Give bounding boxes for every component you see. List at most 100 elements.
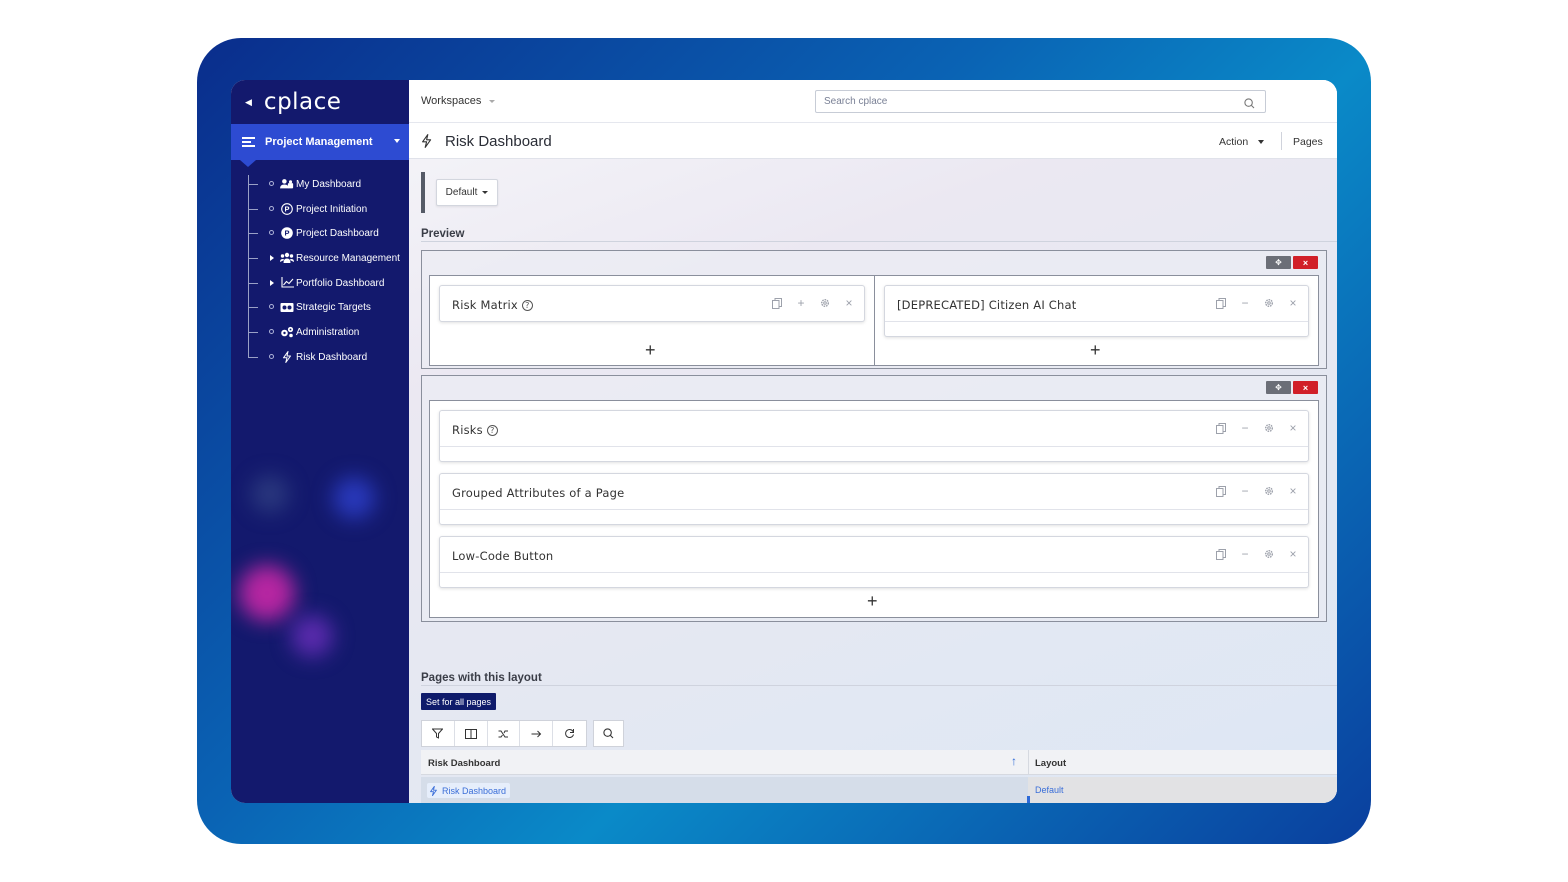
search-icon[interactable] [1244,96,1255,114]
gear-icon[interactable] [818,296,832,310]
expand-arrow-icon[interactable] [270,255,274,262]
sidebar: ◀ cplace Project Management My Dashboard [231,80,409,803]
layout-selector-value: Default [445,187,478,198]
sidebar-item-label: Portfolio Dashboard [296,277,385,289]
sidebar-item-label: Risk Dashboard [296,351,368,363]
gear-icon[interactable] [1262,296,1276,310]
widget-tools: − × [1214,296,1300,310]
help-icon[interactable]: ? [486,424,498,436]
decor-blob [251,475,289,513]
widget-risk-matrix: Risk Matrix ? + × [439,285,865,322]
layout-row-2: ✥ × Risks ? − × Grouped Attributes of a … [421,375,1327,622]
copy-icon[interactable] [1214,484,1228,498]
decor-blob [333,477,375,519]
table-row[interactable]: Risk Dashboard Default [421,777,1337,803]
move-icon[interactable]: ✥ [1266,381,1291,394]
resize-handle[interactable] [1027,796,1030,803]
action-menu[interactable]: Action [1219,136,1265,148]
bolt-icon [421,134,432,153]
add-widget-button[interactable]: + [645,340,656,361]
copy-icon[interactable] [1214,296,1228,310]
close-icon[interactable]: × [1286,547,1300,561]
widget-low-code-button: Low-Code Button − × [439,536,1309,588]
close-icon[interactable]: × [1286,296,1300,310]
remove-row-button[interactable]: × [1293,381,1318,394]
minimize-icon[interactable]: − [1238,547,1252,561]
widget-title-text: Risks [452,423,483,437]
sidebar-item-label: My Dashboard [296,179,362,190]
bolt-icon [430,785,437,796]
bullet-icon [269,353,274,359]
widget-title-text: Grouped Attributes of a Page [452,486,625,500]
widget-tools: − × [1214,484,1300,498]
collapse-sidebar-icon[interactable]: ◀ [245,97,252,108]
minimize-icon[interactable]: − [1238,421,1252,435]
gear-icon[interactable] [1262,421,1276,435]
search-input[interactable] [816,91,1216,112]
column-header[interactable]: Layout [1035,758,1066,769]
gear-icon[interactable] [1262,547,1276,561]
row-controls: ✥ × [1266,381,1318,394]
column-header[interactable]: Risk Dashboard [428,758,500,769]
refresh-icon[interactable] [553,721,586,746]
close-icon[interactable]: × [1286,484,1300,498]
chart-line-icon [280,277,294,289]
table-cell: Risk Dashboard [421,777,1028,803]
set-for-all-pages-button[interactable]: Set for all pages [421,693,496,710]
columns-icon[interactable] [455,721,488,746]
page-link[interactable]: Risk Dashboard [427,783,511,798]
sidebar-item-administration[interactable]: Administration [231,320,409,345]
add-widget-button[interactable]: + [1090,340,1101,361]
chevron-down-icon [394,139,400,143]
sort-asc-icon[interactable]: ↑ [1011,754,1017,768]
table-toolbar [421,720,587,747]
tree-tick [248,307,258,309]
copy-icon[interactable] [1214,547,1228,561]
shuffle-icon[interactable] [488,721,521,746]
team-icon [280,252,294,264]
gear-icon[interactable] [1262,484,1276,498]
close-icon[interactable]: × [842,296,856,310]
sidebar-item-my-dashboard[interactable]: My Dashboard [231,172,409,197]
remove-row-button[interactable]: × [1293,256,1318,269]
tree-tick [248,233,258,235]
brand-logo: cplace [263,89,342,115]
layout-selector-bar [421,172,425,213]
page-header: Risk Dashboard Action Pages [409,123,1337,159]
sidebar-item-strategic-targets[interactable]: Strategic Targets [231,295,409,320]
sidebar-item-risk-dashboard[interactable]: Risk Dashboard [231,345,409,370]
add-icon[interactable]: + [794,296,808,310]
filter-icon[interactable] [422,721,455,746]
bullet-icon [269,329,274,335]
sidebar-item-project-initiation[interactable]: P Project Initiation [231,197,409,222]
copy-icon[interactable] [1214,421,1228,435]
layout-value[interactable]: Default [1035,785,1064,795]
sidebar-item-label: Administration [296,327,360,339]
pages-button[interactable]: Pages [1293,136,1323,148]
sidebar-item-label: Resource Management [296,253,400,265]
bullet-icon [269,205,274,211]
layout-column: Risks ? − × Grouped Attributes of a Page [429,400,1319,618]
layout-column: [DEPRECATED] Citizen AI Chat − × + [874,275,1319,366]
sidebar-item-project-dashboard[interactable]: P Project Dashboard [231,221,409,246]
arrow-right-icon[interactable] [520,721,554,746]
workspace-label: Project Management [265,136,373,148]
layout-selector[interactable]: Default [436,179,498,206]
widget-tools: + × [770,296,856,310]
copy-icon[interactable] [770,296,784,310]
workspaces-menu[interactable]: Workspaces [421,95,496,107]
move-icon[interactable]: ✥ [1266,256,1291,269]
help-icon[interactable]: ? [521,299,533,311]
workspace-switcher[interactable]: Project Management [231,124,409,167]
close-icon[interactable]: × [1286,421,1300,435]
add-widget-button[interactable]: + [867,591,878,612]
page-link-text: Risk Dashboard [442,785,507,796]
minimize-icon[interactable]: − [1238,484,1252,498]
row-controls: ✥ × [1266,256,1318,269]
minimize-icon[interactable]: − [1238,296,1252,310]
search-icon[interactable] [594,721,623,746]
bullet-icon [269,230,274,236]
sidebar-item-resource-management[interactable]: Resource Management [231,246,409,271]
sidebar-item-portfolio-dashboard[interactable]: Portfolio Dashboard [231,271,409,296]
expand-arrow-icon[interactable] [270,279,274,286]
